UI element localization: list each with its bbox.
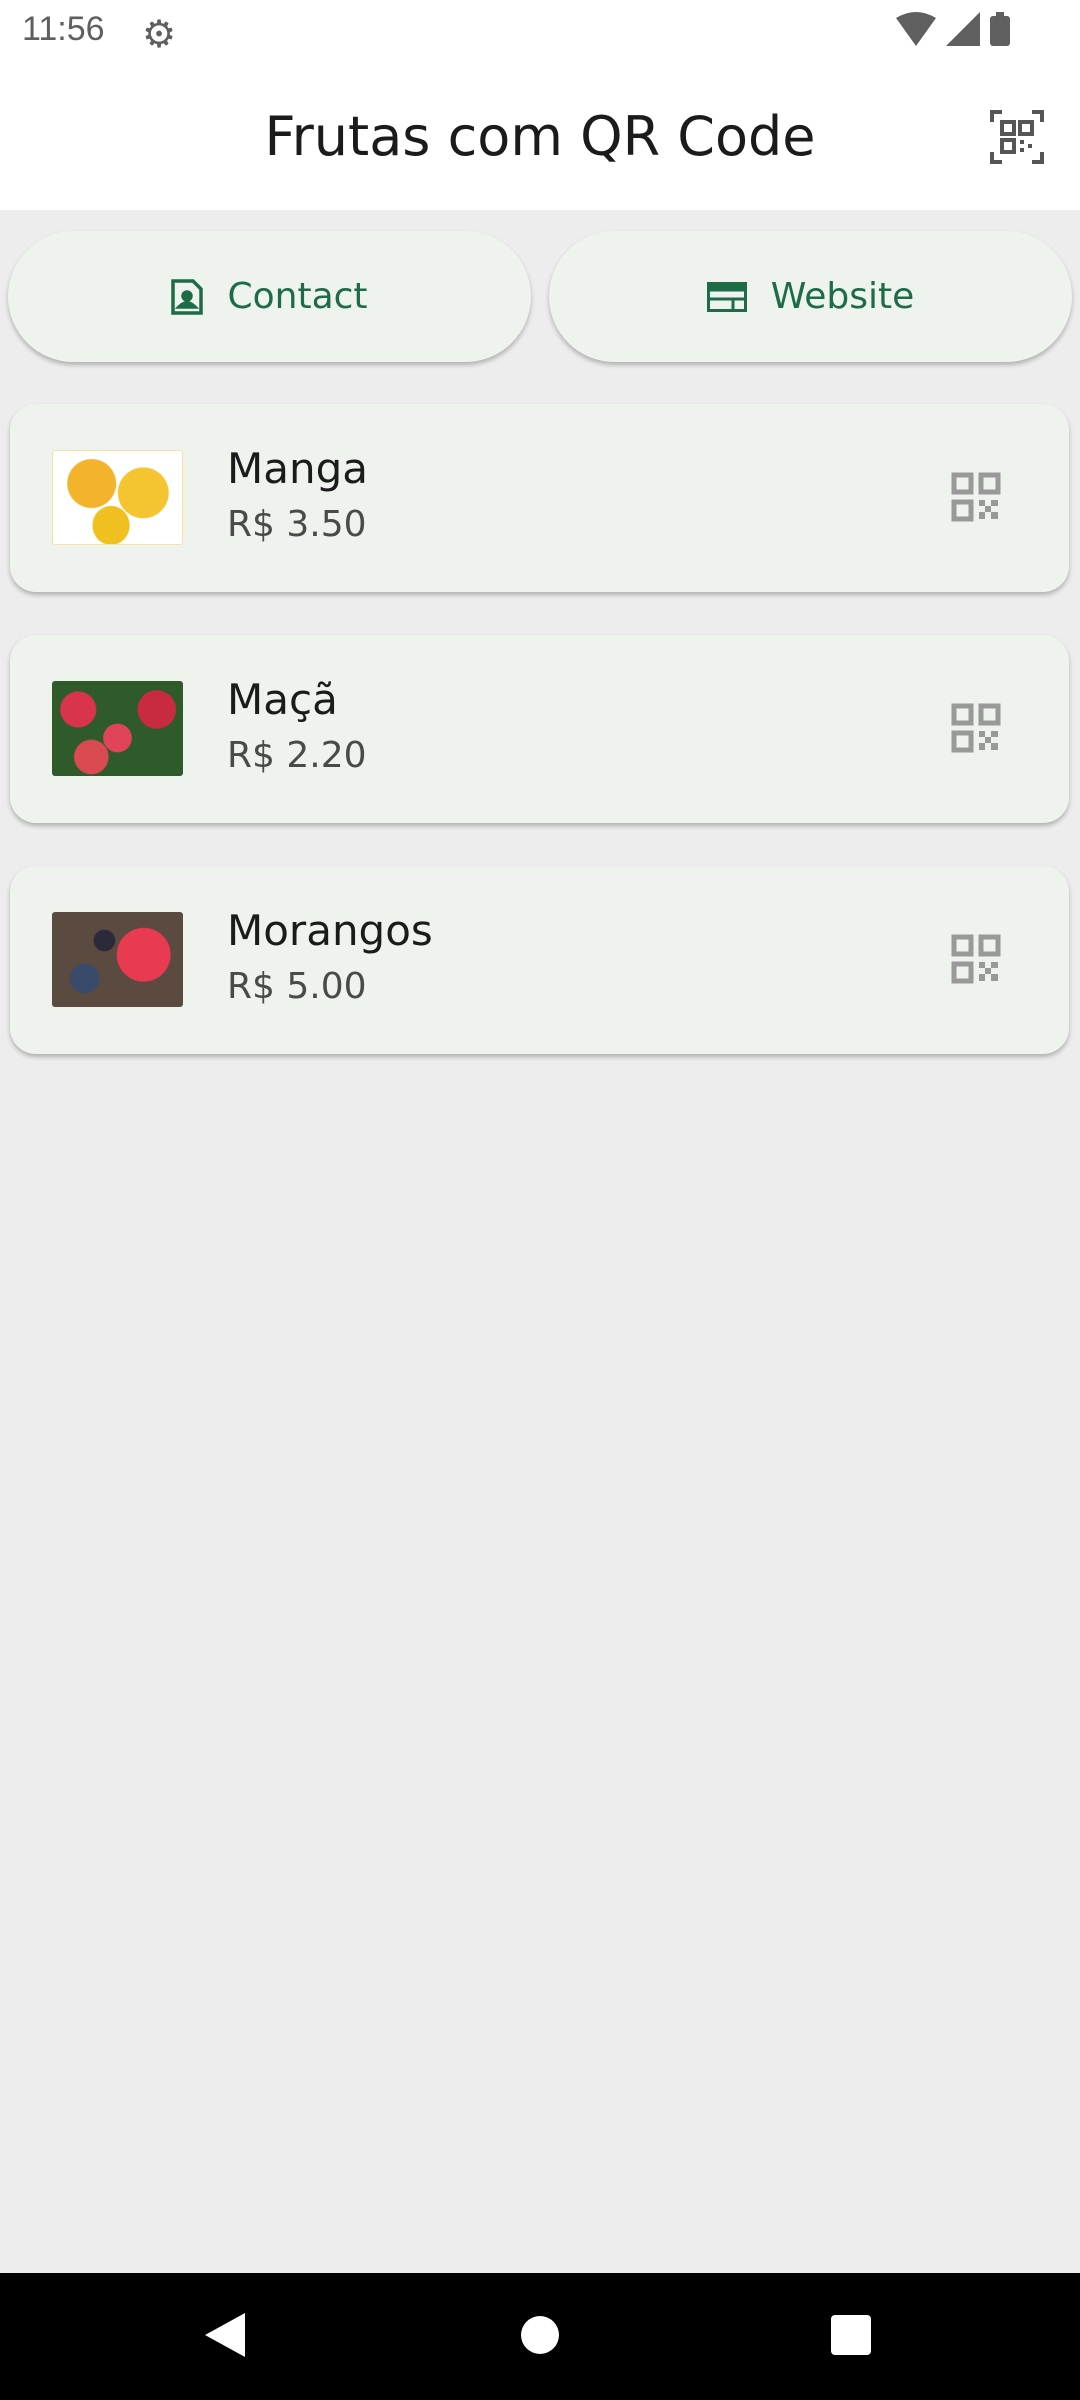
app-bar: Frutas com QR Code (0, 75, 1080, 210)
contact-label: Contact (227, 276, 368, 317)
fruit-card-manga[interactable]: Manga R$ 3.50 (10, 404, 1069, 592)
website-icon (706, 281, 747, 312)
website-button[interactable]: Website (549, 231, 1072, 362)
battery-icon (990, 12, 1010, 46)
fruit-name: Maçã (227, 675, 338, 724)
home-button[interactable] (520, 2313, 560, 2361)
fruit-card-morangos[interactable]: Morangos R$ 5.00 (10, 866, 1069, 1054)
fruit-price: R$ 2.20 (227, 735, 367, 776)
fruit-image (52, 681, 183, 776)
qr-code-icon[interactable] (951, 934, 1001, 984)
contact-icon (171, 278, 204, 315)
status-time: 11:56 (22, 10, 105, 48)
website-label: Website (770, 276, 915, 317)
qr-code-icon[interactable] (951, 472, 1001, 522)
page-title: Frutas com QR Code (264, 105, 816, 168)
navigation-bar (0, 2273, 1080, 2400)
status-bar: 11:56 ⚙ (0, 0, 1080, 75)
contact-button[interactable]: Contact (8, 231, 531, 362)
fruit-card-maca[interactable]: Maçã R$ 2.20 (10, 635, 1069, 823)
fruit-image (52, 450, 183, 545)
fruit-name: Morangos (227, 906, 433, 955)
wifi-icon (896, 12, 936, 46)
fruit-image (52, 912, 183, 1007)
qr-code-icon[interactable] (951, 703, 1001, 753)
back-button[interactable] (205, 2313, 245, 2361)
recents-button[interactable] (831, 2313, 871, 2361)
signal-icon (946, 12, 980, 46)
fruit-price: R$ 3.50 (227, 504, 367, 545)
fruit-price: R$ 5.00 (227, 966, 367, 1007)
fruit-name: Manga (227, 444, 368, 493)
gear-icon: ⚙ (142, 12, 177, 56)
qr-scan-icon[interactable] (990, 110, 1044, 164)
